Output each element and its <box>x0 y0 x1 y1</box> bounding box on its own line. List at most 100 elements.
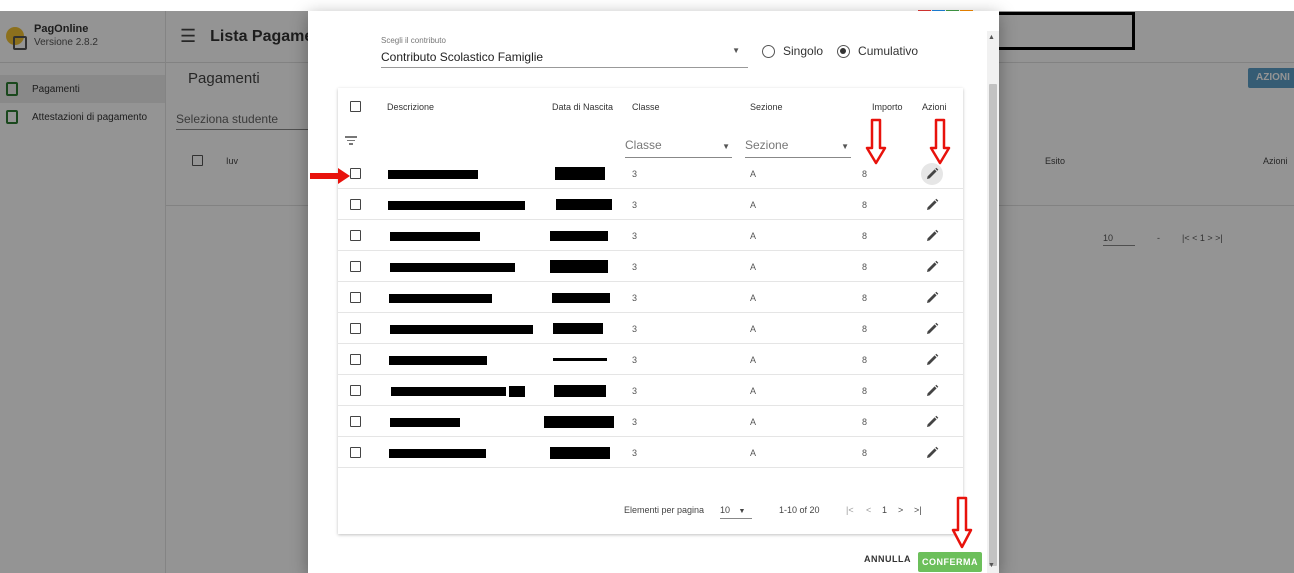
caret-down-icon: ▼ <box>738 508 746 515</box>
filter-icon[interactable] <box>345 134 357 147</box>
cell-importo: 8 <box>862 293 868 303</box>
descrizione-redacted <box>391 387 506 396</box>
col-sezione: Sezione <box>750 102 783 112</box>
data-nascita-redacted <box>553 358 607 361</box>
cell-classe: 3 <box>632 324 638 334</box>
edit-icon[interactable] <box>925 446 939 460</box>
col-data-nascita: Data di Nascita <box>552 102 614 112</box>
contributo-label: Scegli il contributo <box>381 36 446 45</box>
cell-importo: 8 <box>862 355 868 365</box>
pager-size-select[interactable]: 10 ▼ <box>720 505 752 519</box>
pager-range: 1-10 of 20 <box>779 505 820 515</box>
cell-classe: 3 <box>632 417 638 427</box>
top-strip <box>0 0 1294 11</box>
cell-classe: 3 <box>632 448 638 458</box>
cell-sezione: A <box>750 231 757 241</box>
cell-importo: 8 <box>862 324 868 334</box>
dialog-pager: Elementi per pagina 10 ▼ 1-10 of 20 |< <… <box>338 495 963 527</box>
select-all-students-checkbox[interactable] <box>350 101 361 112</box>
radio-singolo[interactable] <box>762 44 775 58</box>
radio-cumulativo[interactable] <box>837 44 851 58</box>
descrizione-redacted <box>388 201 525 210</box>
cell-classe: 3 <box>632 293 638 303</box>
col-classe: Classe <box>632 102 660 112</box>
edit-icon[interactable] <box>925 415 939 429</box>
data-nascita-redacted <box>554 385 606 397</box>
cell-classe: 3 <box>632 231 638 241</box>
table-row: 3 A 8 <box>338 344 963 375</box>
edit-icon[interactable] <box>925 260 939 274</box>
classe-filter-select[interactable]: Classe ▼ <box>625 138 732 158</box>
edit-icon[interactable] <box>925 322 939 336</box>
sezione-filter-select[interactable]: Sezione ▼ <box>745 138 851 158</box>
annotation-arrow-azioni <box>929 118 951 165</box>
annulla-button[interactable]: ANNULLA <box>864 554 911 564</box>
cell-sezione: A <box>750 293 757 303</box>
table-row: 3 A 8 <box>338 437 963 468</box>
cell-classe: 3 <box>632 355 638 365</box>
cell-sezione: A <box>750 355 757 365</box>
cell-classe: 3 <box>632 169 638 179</box>
edit-icon[interactable] <box>925 229 939 243</box>
table-row: 3 A 8 <box>338 406 963 437</box>
edit-icon[interactable] <box>925 384 939 398</box>
descrizione-redacted <box>390 325 533 334</box>
contributo-value: Contributo Scolastico Famiglie <box>381 50 544 64</box>
scroll-up-icon[interactable]: ▲ <box>988 34 995 41</box>
descrizione-redacted <box>390 418 460 427</box>
pager-prev-button[interactable]: < <box>866 505 871 515</box>
cell-importo: 8 <box>862 231 868 241</box>
data-nascita-redacted <box>544 416 614 428</box>
dialog-scrollbar-thumb[interactable] <box>989 84 997 566</box>
cell-importo: 8 <box>862 386 868 396</box>
data-nascita-redacted <box>550 447 610 459</box>
caret-down-icon: ▼ <box>732 46 740 55</box>
table-row: 3 A 8 <box>338 282 963 313</box>
row-checkbox[interactable] <box>350 385 361 396</box>
descrizione-redacted <box>509 386 525 397</box>
edit-icon[interactable] <box>921 163 943 185</box>
radio-cumulativo-label: Cumulativo <box>858 44 919 58</box>
col-azioni: Azioni <box>922 102 947 112</box>
cell-importo: 8 <box>862 448 868 458</box>
table-row: 3 A 8 <box>338 251 963 282</box>
descrizione-redacted <box>390 232 480 241</box>
edit-icon[interactable] <box>925 198 939 212</box>
row-checkbox[interactable] <box>350 292 361 303</box>
table-row: 3 A 8 <box>338 313 963 344</box>
cell-sezione: A <box>750 417 757 427</box>
table-row: 3 A 8 <box>338 189 963 220</box>
data-nascita-redacted <box>552 293 610 303</box>
payment-mode-radio-group: Singolo Cumulativo <box>762 44 932 58</box>
scroll-down-icon[interactable]: ▼ <box>988 562 995 569</box>
cell-sezione: A <box>750 200 757 210</box>
edit-icon[interactable] <box>925 353 939 367</box>
cell-classe: 3 <box>632 262 638 272</box>
conferma-button[interactable]: CONFERMA <box>918 552 982 572</box>
contributo-select[interactable]: Scegli il contributo Contributo Scolasti… <box>381 34 748 68</box>
row-checkbox[interactable] <box>350 447 361 458</box>
caret-down-icon: ▼ <box>722 142 730 151</box>
cell-sezione: A <box>750 448 757 458</box>
pager-page-number: 1 <box>882 505 888 515</box>
table-row: 3 A 8 <box>338 375 963 406</box>
cell-sezione: A <box>750 169 757 179</box>
pager-last-button[interactable]: >| <box>914 505 922 515</box>
row-checkbox[interactable] <box>350 261 361 272</box>
annotation-arrow-conferma <box>951 496 973 549</box>
row-checkbox[interactable] <box>350 354 361 365</box>
pager-next-button[interactable]: > <box>898 505 903 515</box>
sezione-filter-placeholder: Sezione <box>745 138 789 152</box>
cell-importo: 8 <box>862 417 868 427</box>
data-nascita-redacted <box>550 260 608 273</box>
classe-filter-placeholder: Classe <box>625 138 662 152</box>
cell-sezione: A <box>750 386 757 396</box>
row-checkbox[interactable] <box>350 199 361 210</box>
pager-first-button[interactable]: |< <box>846 505 854 515</box>
row-checkbox[interactable] <box>350 230 361 241</box>
cell-sezione: A <box>750 324 757 334</box>
edit-icon[interactable] <box>925 291 939 305</box>
data-nascita-redacted <box>555 167 605 180</box>
row-checkbox[interactable] <box>350 323 361 334</box>
row-checkbox[interactable] <box>350 416 361 427</box>
